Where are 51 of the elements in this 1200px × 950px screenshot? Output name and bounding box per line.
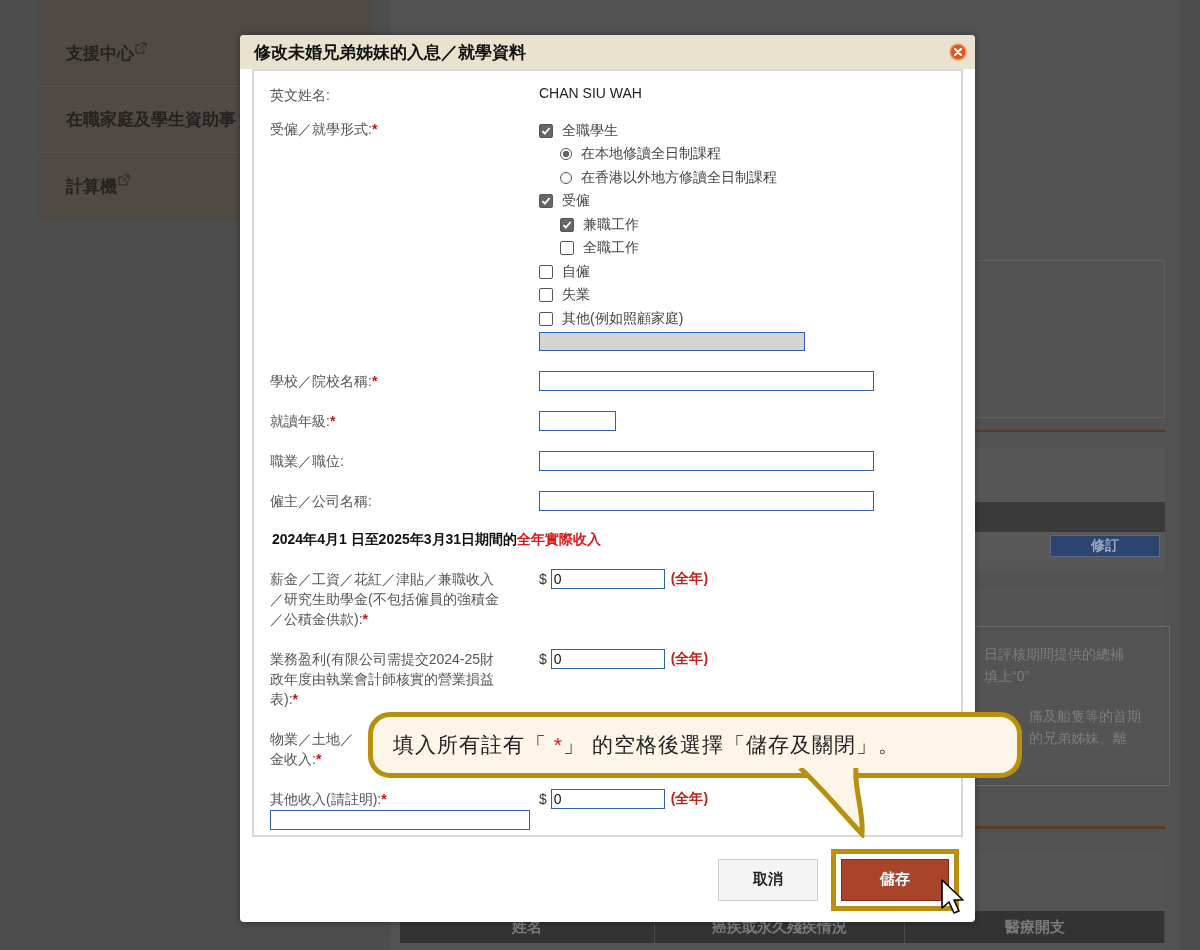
checkbox[interactable] (539, 288, 553, 303)
option-label: 失業 (562, 286, 590, 305)
section-heading: 2024年4月1 日至2025年3月31日期間的全年實際收入 (271, 530, 602, 549)
amount-field[interactable]: 0 (550, 568, 665, 589)
currency-sign: $ (539, 650, 547, 667)
field-label: 其他收入(請註明):* (270, 789, 387, 809)
input-field[interactable] (539, 490, 874, 511)
option-label: 在本地修讀全日制課程 (581, 145, 721, 164)
edit-button[interactable]: 修訂 (1050, 534, 1160, 557)
close-icon[interactable] (949, 43, 967, 61)
checkbox[interactable] (539, 311, 553, 326)
field-label: 職業／職位: (270, 451, 344, 471)
field-label: 業務盈利(有限公司需提交2024-25財 政年度由執業會計師核實的營業損益 表):* (270, 649, 495, 709)
option-label: 其他(例如照顧家庭) (562, 309, 684, 328)
period-label: (全年) (670, 649, 709, 668)
option-label: 在香港以外地方修讀全日制課程 (581, 168, 777, 187)
option-label: 全職工作 (583, 239, 639, 258)
field-label: 物業／土地／ 金收入:* (270, 729, 354, 769)
cursor-icon (940, 878, 966, 916)
option-label: 自僱 (562, 262, 590, 281)
checkbox[interactable] (560, 217, 574, 232)
checkbox[interactable] (539, 194, 553, 209)
option-label: 全職學生 (562, 121, 618, 140)
input-field[interactable] (270, 809, 530, 830)
radio-button[interactable] (560, 148, 572, 161)
checkbox[interactable] (539, 264, 553, 279)
checkbox[interactable] (539, 123, 553, 138)
field-label: 英文姓名: (270, 86, 330, 105)
period-label: (全年) (670, 569, 709, 588)
field-label: 就讀年級:* (270, 411, 336, 431)
currency-sign: $ (539, 570, 547, 587)
option-label: 受僱 (562, 192, 590, 211)
input-field[interactable] (539, 410, 616, 431)
field-label: 受僱／就學形式:* (270, 120, 378, 139)
dialog-title: 修改未婚兄弟姊妹的入息／就學資料 (254, 40, 526, 64)
field-label: 薪金／工資／花紅／津貼／兼職收入 ／研究生助學金(不包括僱員的強積金 ／公積金供款):* (270, 569, 499, 629)
period-label: (全年) (670, 789, 709, 808)
amount-field[interactable]: 0 (550, 648, 665, 669)
radio-button[interactable] (560, 171, 572, 184)
input-field[interactable] (539, 370, 874, 391)
callout-text: 填入所有註有「 *」 的空格後選擇「儲存及關閉」。 (393, 732, 900, 758)
amount-field[interactable]: 0 (550, 788, 665, 809)
currency-sign: $ (539, 790, 547, 807)
input-field[interactable] (539, 450, 874, 471)
checkbox[interactable] (560, 241, 574, 256)
save-button[interactable]: 儲存 (841, 858, 949, 901)
field-label: 僱主／公司名稱: (270, 491, 372, 511)
option-label: 兼職工作 (583, 215, 639, 234)
field-label: 學校／院校名稱:* (270, 371, 378, 391)
name-value: CHAN SIU WAH (539, 85, 642, 101)
cancel-button[interactable]: 取消 (718, 858, 818, 901)
